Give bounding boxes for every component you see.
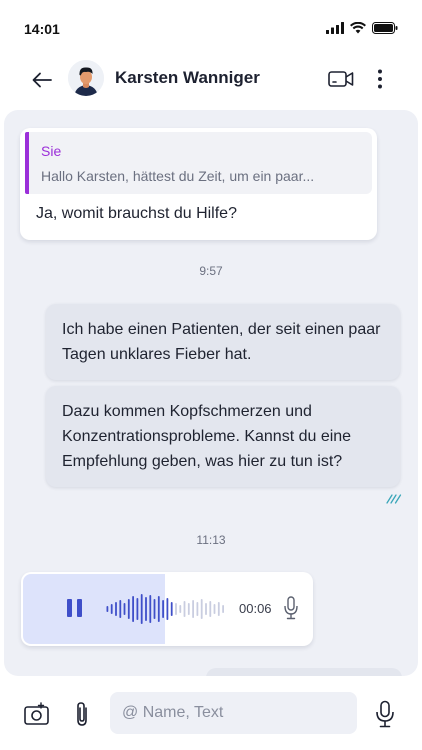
camera-icon [24,702,49,725]
waveform-bar [136,598,139,620]
message-text: Ja, womit brauchst du Hilfe? [36,205,237,222]
more-options-button[interactable] [370,64,390,94]
waveform-bar [115,602,117,616]
waveform-bar [110,604,113,614]
video-call-button[interactable] [326,66,356,92]
waveform-bar [145,597,147,621]
waveform[interactable] [106,592,226,626]
signal-icon [326,22,344,34]
waveform-bar [200,599,203,619]
waveform-bar [192,600,194,618]
voice-message[interactable]: 00:06 [21,572,313,646]
waveform-bar [170,602,173,616]
waveform-bar [205,603,207,615]
waveform-bar [166,598,169,620]
waveform-bar [119,600,122,618]
chat-header: Karsten Wanniger [0,56,422,104]
waveform-bar [162,600,164,618]
quoted-author: Sie [41,143,62,159]
camera-button[interactable] [24,702,50,726]
contact-name[interactable]: Karsten Wanniger [115,68,260,88]
microphone-icon [376,700,394,728]
waveform-bar [127,599,130,619]
pause-icon [67,599,72,617]
attach-button[interactable] [73,700,91,728]
timestamp: 11:13 [196,533,226,547]
video-call-icon [328,71,354,87]
back-button[interactable] [28,66,56,94]
message-input[interactable] [110,692,357,734]
waveform-bar [196,602,199,616]
pause-button[interactable] [67,599,83,617]
waveform-bar [153,599,156,619]
waveform-bar [132,596,134,622]
quoted-message[interactable]: Sie Hallo Karsten, hättest du Zeit, um e… [25,132,372,194]
message-text: Ich habe einen Patienten, der seit einen… [62,321,381,363]
waveform-bar [217,602,220,616]
microphone-icon [284,596,298,620]
waveform-bar [222,605,224,613]
wifi-icon [350,22,366,34]
waveform-bar [187,603,190,615]
voice-duration: 00:06 [239,601,272,616]
outgoing-message[interactable] [206,668,402,676]
waveform-bar [140,594,143,624]
waveform-bar [179,605,182,613]
incoming-message[interactable]: Sie Hallo Karsten, hättest du Zeit, um e… [20,128,377,240]
waveform-bar [157,596,160,622]
double-check-icon [386,494,402,504]
waveform-bar [106,606,109,612]
waveform-bar [183,601,186,617]
outgoing-message[interactable]: Dazu kommen Kopfschmerzen und Konzentrat… [46,386,400,487]
waveform-bar [175,603,177,615]
record-voice-button[interactable] [375,700,395,728]
waveform-bar [213,604,216,614]
chat-area[interactable]: Sie Hallo Karsten, hättest du Zeit, um e… [4,110,418,676]
waveform-bar [149,595,152,623]
status-icons [326,22,398,34]
outgoing-message[interactable]: Ich habe einen Patienten, der seit einen… [46,304,400,380]
more-vertical-icon [378,69,382,89]
waveform-bar [209,601,212,617]
waveform-bar [123,603,126,615]
status-bar: 14:01 [0,0,422,56]
battery-icon [372,22,398,34]
message-text: Dazu kommen Kopfschmerzen und Konzentrat… [62,403,352,470]
message-input-bar [0,684,422,750]
avatar[interactable] [68,60,104,96]
quote-accent-bar [25,132,29,194]
paperclip-icon [77,702,87,726]
timestamp: 9:57 [199,264,223,278]
quoted-text: Hallo Karsten, hättest du Zeit, um ein p… [41,168,315,184]
status-time: 14:01 [24,21,60,37]
back-arrow-icon [32,72,52,88]
